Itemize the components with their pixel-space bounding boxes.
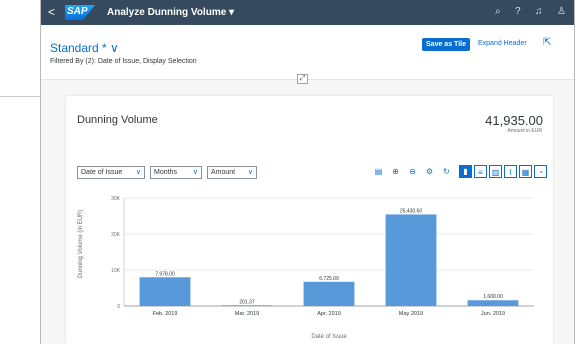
x-axis-ticks: Feb. 2019 Mar. 2019 Apr. 2019 May 2019 Jun. … (153, 311, 505, 317)
combined-chart-icon[interactable]: ▦ (519, 165, 532, 178)
expand-header-button[interactable]: Expand Header (478, 40, 527, 47)
app-title[interactable]: Analyze Dunning Volume ▾ (107, 7, 234, 18)
filter-summary: Filtered By (2): Date of Issue, Display … (50, 58, 197, 65)
chart-bar (221, 305, 273, 306)
chart-bars: 7,978.00 201.37 6,725.09 25,430.60 1,600.00 (139, 208, 519, 306)
back-button[interactable]: < (48, 6, 55, 18)
background-divider (0, 96, 40, 97)
y-axis-ticks: 30K 20K 10K 0 (111, 196, 121, 310)
user-icon[interactable]: ♙ (557, 6, 566, 17)
table-view-icon[interactable]: ▤ (372, 165, 385, 178)
share-icon[interactable]: ⇱ (543, 37, 551, 48)
chart-bar (139, 277, 191, 306)
kpi-unit: Amount in EUR (507, 128, 542, 134)
dimension-select-value: Date of Issue (81, 169, 123, 176)
y-axis-title: Dunning Volume (in EUR) (78, 210, 84, 279)
page-header: Standard * ∨ Filtered By (2): Date of Is… (41, 25, 574, 80)
data-label: 6,725.09 (319, 276, 339, 282)
dunning-volume-chart: Dunning Volume (in EUR) 7,978.00 201.37 6,… (78, 196, 534, 340)
dimension-select[interactable]: Date of Issue ∨ (77, 166, 145, 179)
shell-bar: < SAP Analyze Dunning Volume ▾ ⌕ ? ♫ ♙ (41, 0, 574, 25)
y-tick-label: 0 (117, 304, 120, 310)
period-select[interactable]: Months ∨ (150, 166, 202, 179)
chart-card: Dunning Volume 41,935.00 Amount in EUR D… (66, 96, 553, 344)
data-label: 1,600.00 (483, 294, 503, 300)
settings-icon[interactable]: ⚙ (423, 165, 436, 178)
refresh-icon[interactable]: ↻ (440, 165, 453, 178)
chevron-down-icon: ∨ (247, 169, 253, 176)
background-window (0, 0, 40, 344)
chevron-down-icon: ∨ (135, 169, 141, 176)
x-tick-label: Feb. 2019 (153, 311, 178, 317)
variant-selector[interactable]: Standard * ∨ (50, 41, 119, 55)
measure-select[interactable]: Amount ∨ (207, 166, 257, 179)
kpi-value: 41,935.00 (485, 113, 543, 128)
measure-select-value: Amount (211, 169, 236, 176)
zoom-in-icon[interactable]: ⊕ (389, 165, 402, 178)
data-label: 7,978.00 (155, 271, 175, 277)
app-window: < SAP Analyze Dunning Volume ▾ ⌕ ? ♫ ♙ S… (40, 0, 575, 344)
chart-bar (385, 214, 437, 306)
y-tick-label: 10K (111, 268, 121, 274)
y-tick-label: 20K (111, 232, 121, 238)
stacked-chart-icon[interactable]: ▥ (489, 165, 502, 178)
x-tick-label: Mar. 2019 (235, 311, 259, 317)
save-as-tile-button[interactable]: Save as Tile (422, 38, 470, 51)
zoom-out-icon[interactable]: ⊖ (406, 165, 419, 178)
x-tick-label: May 2019 (399, 311, 423, 317)
bar-chart-icon[interactable]: ≡ (474, 165, 487, 178)
logo-text: SAP (67, 6, 88, 17)
x-axis-title: Date of Issue (311, 334, 347, 340)
chart-bar (467, 300, 519, 306)
pie-chart-icon[interactable]: ◔ (534, 165, 547, 178)
line-chart-icon[interactable]: ⌇ (504, 165, 517, 178)
x-tick-label: Jun. 2019 (481, 311, 505, 317)
collapse-header-icon[interactable]: ⤢ (297, 74, 308, 84)
data-label: 25,430.60 (400, 208, 422, 214)
column-chart-icon[interactable]: ▮ (459, 165, 472, 178)
chart-bar (303, 281, 355, 306)
period-select-value: Months (154, 169, 177, 176)
y-tick-label: 30K (111, 196, 121, 202)
x-tick-label: Apr. 2019 (317, 311, 341, 317)
help-icon[interactable]: ? (515, 6, 521, 17)
chevron-down-icon: ∨ (192, 169, 198, 176)
search-icon[interactable]: ⌕ (495, 6, 501, 17)
data-label: 201.37 (239, 299, 255, 305)
notifications-icon[interactable]: ♫ (535, 6, 543, 17)
card-title: Dunning Volume (77, 114, 158, 126)
sap-logo[interactable]: SAP (65, 5, 95, 20)
